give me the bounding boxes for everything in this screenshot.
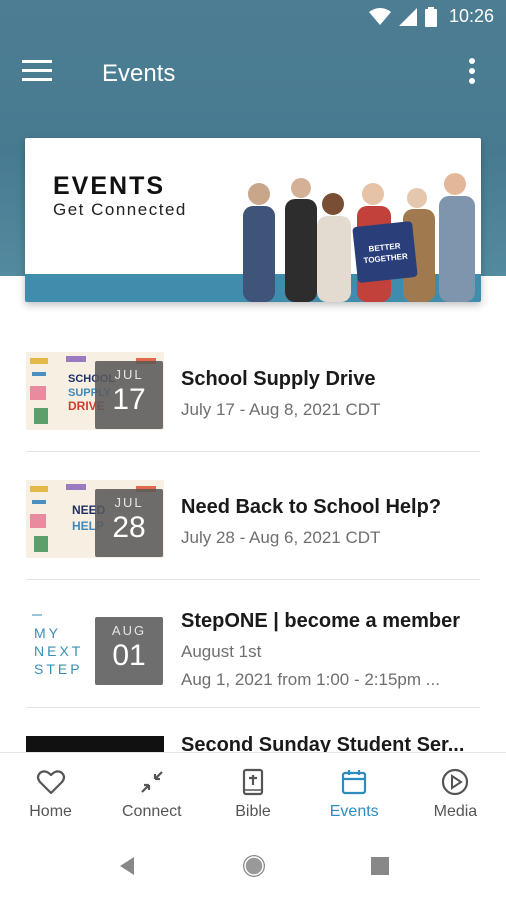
date-day: 01 — [112, 639, 146, 672]
nav-label: Connect — [122, 803, 182, 820]
play-circle-icon — [442, 768, 469, 796]
date-month: JUL — [114, 367, 144, 382]
nav-label: Events — [329, 803, 379, 820]
events-banner: EVENTS Get Connected BETTER TOGETHER — [25, 138, 481, 302]
battery-icon — [424, 6, 437, 27]
event-item[interactable]: NEED HELP JUL 28 Need Back to School Hel… — [0, 452, 506, 580]
bottom-navigation: Home Connect Bible Events Media — [0, 752, 506, 832]
nav-media[interactable]: Media — [405, 753, 506, 832]
event-item[interactable]: SCHOOL SUPPLY DRIVE JUL 17 School Supply… — [0, 324, 506, 452]
nav-home[interactable]: Home — [0, 753, 101, 832]
date-day: 28 — [112, 511, 146, 544]
date-day: 17 — [112, 383, 146, 416]
event-date-range: July 28 - Aug 6, 2021 CDT — [181, 528, 381, 547]
event-date-range: July 17 - Aug 8, 2021 CDT — [181, 400, 381, 419]
more-vertical-icon — [469, 58, 475, 84]
nav-label: Home — [29, 803, 72, 820]
system-navigation-bar — [0, 832, 506, 900]
banner-subtitle: Get Connected — [53, 200, 187, 219]
date-badge: AUG 01 — [95, 617, 163, 685]
date-month: AUG — [111, 623, 147, 638]
bible-icon — [242, 768, 264, 796]
back-triangle-icon[interactable] — [118, 856, 136, 876]
banner-title: EVENTS — [53, 172, 166, 200]
thumb-text: NEXT — [34, 643, 83, 659]
better-together-sign: BETTER TOGETHER — [352, 221, 418, 283]
nav-bible[interactable]: Bible — [202, 753, 303, 832]
app-bar: Events — [0, 36, 506, 114]
event-title: School Supply Drive — [181, 368, 376, 390]
home-circle-icon[interactable] — [241, 853, 267, 879]
more-options-button[interactable] — [468, 58, 488, 92]
event-item[interactable]: MY NEXT STEP AUG 01 StepONE | become a m… — [0, 580, 506, 708]
nav-label: Media — [433, 803, 478, 820]
heart-icon — [36, 770, 65, 795]
menu-button[interactable] — [22, 60, 56, 90]
date-month: JUL — [114, 495, 144, 510]
event-time: Aug 1, 2021 from 1:00 - 2:15pm ... — [181, 670, 440, 689]
status-bar: 10:26 — [0, 0, 506, 36]
nav-label: Bible — [235, 803, 271, 820]
group-photo-image: BETTER TOGETHER — [243, 173, 475, 302]
date-badge: JUL 28 — [95, 489, 163, 557]
connect-arrows-icon — [141, 771, 163, 793]
page-title: Events — [102, 60, 176, 87]
status-time: 10:26 — [448, 6, 494, 26]
signal-icon — [398, 7, 417, 26]
nav-events[interactable]: Events — [304, 753, 405, 832]
event-title: Need Back to School Help? — [181, 496, 442, 518]
thumb-text: MY — [34, 625, 61, 641]
calendar-icon — [342, 770, 367, 795]
wifi-icon — [368, 7, 391, 25]
event-date: August 1st — [181, 642, 262, 661]
hamburger-menu-icon — [22, 60, 52, 81]
thumb-text: STEP — [34, 661, 83, 677]
event-title: StepONE | become a member — [181, 610, 461, 632]
nav-connect[interactable]: Connect — [101, 753, 202, 832]
date-badge: JUL 17 — [95, 361, 163, 429]
recents-square-icon[interactable] — [371, 857, 389, 875]
